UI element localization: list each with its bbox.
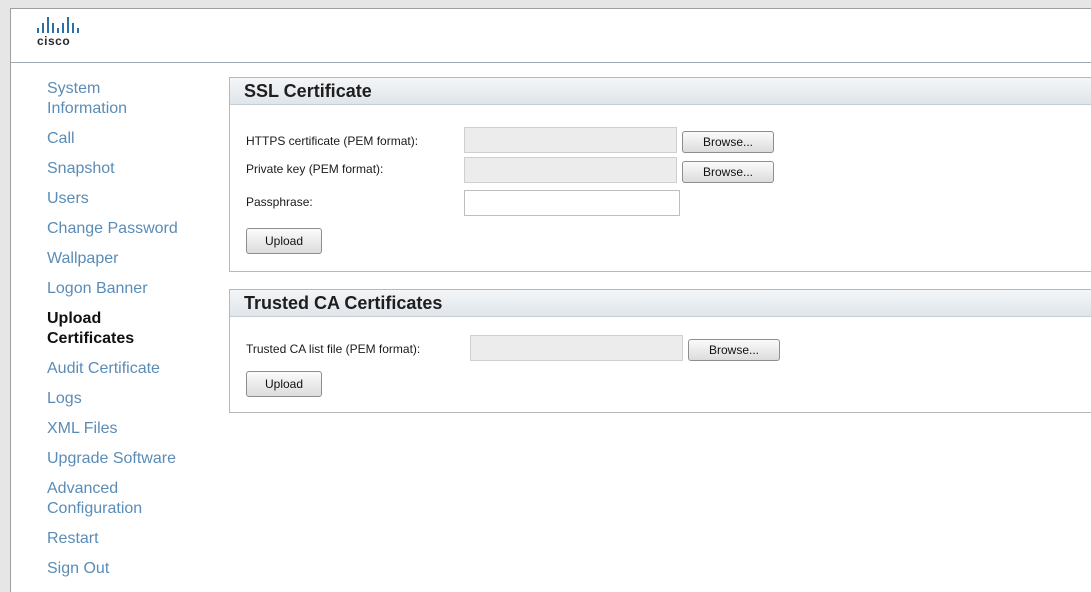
sidebar-item-logon-banner[interactable]: Logon Banner (47, 279, 227, 299)
passphrase-input[interactable] (464, 190, 680, 216)
sidebar-item-users[interactable]: Users (47, 189, 227, 209)
trusted-ca-file-field[interactable] (470, 335, 683, 361)
cisco-logo-text: cisco (37, 34, 71, 48)
sidebar-item-upgrade-software[interactable]: Upgrade Software (47, 449, 227, 469)
sidebar-item-snapshot[interactable]: Snapshot (47, 159, 227, 179)
trusted-ca-browse-button[interactable]: Browse... (688, 339, 780, 361)
sidebar-item-logs[interactable]: Logs (47, 389, 227, 409)
ssl-certificate-title: SSL Certificate (230, 78, 1091, 105)
sidebar-item-system-information[interactable]: System Information (47, 79, 157, 119)
cisco-logo: cisco (37, 17, 97, 55)
sidebar-item-change-password[interactable]: Change Password (47, 219, 227, 239)
sidebar-item-upload-certificates[interactable]: Upload Certificates (47, 309, 157, 349)
sidebar-item-xml-files[interactable]: XML Files (47, 419, 227, 439)
trusted-ca-upload-button[interactable]: Upload (246, 371, 322, 397)
sidebar-item-sign-out[interactable]: Sign Out (47, 559, 227, 579)
cisco-logo-bars-icon (37, 17, 97, 33)
header-bar: cisco (11, 9, 1091, 63)
ssl-certificate-panel: SSL Certificate HTTPS certificate (PEM f… (229, 77, 1091, 272)
passphrase-label: Passphrase: (246, 195, 313, 209)
https-certificate-browse-button[interactable]: Browse... (682, 131, 774, 153)
ssl-upload-button[interactable]: Upload (246, 228, 322, 254)
private-key-browse-button[interactable]: Browse... (682, 161, 774, 183)
sidebar-item-call[interactable]: Call (47, 129, 227, 149)
trusted-ca-label: Trusted CA list file (PEM format): (246, 342, 421, 356)
https-certificate-file-field[interactable] (464, 127, 677, 153)
sidebar-item-restart[interactable]: Restart (47, 529, 227, 549)
private-key-label: Private key (PEM format): (246, 162, 384, 176)
sidebar-item-audit-certificate[interactable]: Audit Certificate (47, 359, 227, 379)
trusted-ca-title: Trusted CA Certificates (230, 290, 1091, 317)
trusted-ca-panel: Trusted CA Certificates Trusted CA list … (229, 289, 1091, 413)
sidebar-item-advanced-configuration[interactable]: Advanced Configuration (47, 479, 157, 519)
https-certificate-label: HTTPS certificate (PEM format): (246, 134, 419, 148)
sidebar-item-wallpaper[interactable]: Wallpaper (47, 249, 227, 269)
app-window: cisco System Information Call Snapshot U… (10, 8, 1091, 592)
private-key-file-field[interactable] (464, 157, 677, 183)
sidebar-nav: System Information Call Snapshot Users C… (47, 79, 227, 589)
